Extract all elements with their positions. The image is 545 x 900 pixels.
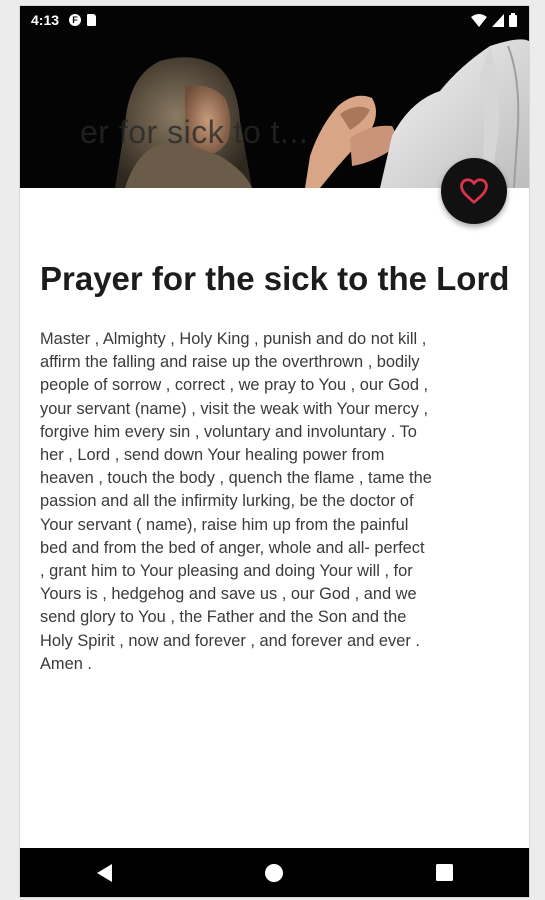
home-button[interactable]	[244, 853, 304, 893]
home-icon	[265, 863, 284, 882]
phone-screen: er for sick to t... 4:13 F Prayer for th…	[20, 6, 529, 897]
sd-card-icon	[87, 14, 97, 26]
signal-icon	[492, 13, 504, 27]
recents-button[interactable]	[414, 853, 474, 893]
battery-icon	[509, 13, 517, 27]
wifi-icon	[471, 13, 487, 27]
article-body: Master , Almighty , Holy King , punish a…	[40, 330, 432, 673]
article-content: Prayer for the sick to the Lord Master ,…	[40, 256, 510, 676]
collapsed-toolbar-title: er for sick to t...	[80, 114, 309, 150]
header-image: er for sick to t... 4:13 F	[20, 6, 529, 188]
status-left-icons: F	[69, 14, 97, 26]
recents-icon	[435, 864, 453, 881]
status-time: 4:13	[31, 12, 60, 28]
back-button[interactable]	[75, 853, 135, 893]
back-icon	[96, 863, 112, 882]
heart-outline-icon	[460, 178, 488, 204]
article-title: Prayer for the sick to the Lord	[40, 260, 510, 297]
status-bar: 4:13 F	[20, 6, 529, 34]
status-right-icons	[471, 13, 517, 27]
favorite-button[interactable]	[441, 158, 507, 224]
notification-f-icon: F	[69, 14, 82, 26]
navigation-bar	[20, 848, 529, 897]
